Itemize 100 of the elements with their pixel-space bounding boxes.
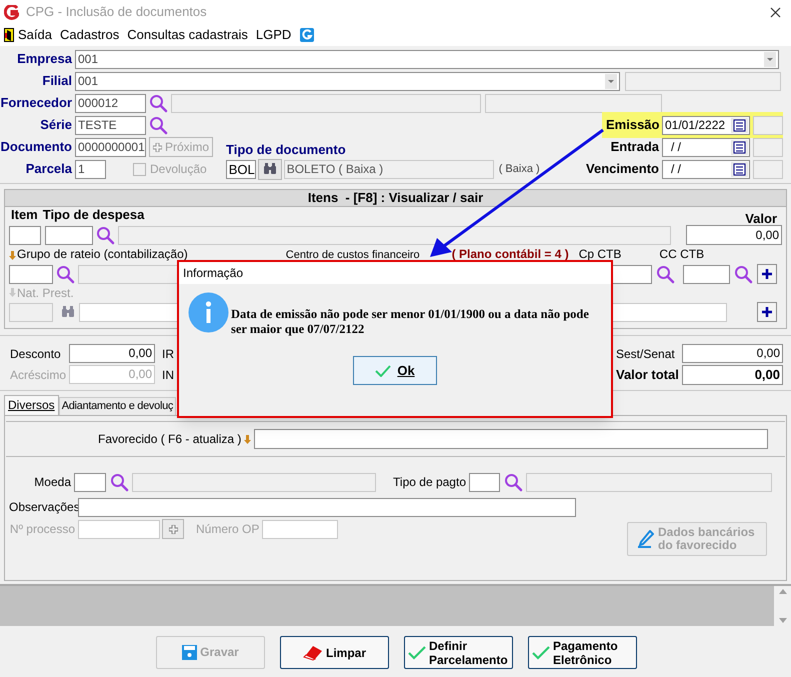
tab[interactable]: Diversos bbox=[4, 395, 59, 415]
search-icon[interactable] bbox=[149, 116, 168, 134]
field-label: Entrada bbox=[610, 138, 660, 156]
calendar-icon[interactable] bbox=[731, 118, 748, 132]
column-label: Item bbox=[11, 206, 38, 224]
add-button[interactable] bbox=[757, 264, 777, 284]
action-button[interactable]: Definir Parcelamento bbox=[404, 636, 513, 669]
search-icon[interactable] bbox=[96, 226, 115, 244]
field-value: / / bbox=[670, 139, 682, 156]
field-label: Série bbox=[39, 116, 73, 134]
search-icon[interactable] bbox=[149, 94, 168, 112]
menu-item[interactable]: LGPD bbox=[252, 25, 296, 45]
search-icon[interactable] bbox=[110, 472, 129, 492]
field-label: Moeda bbox=[33, 474, 72, 491]
input-field[interactable]: 000012 bbox=[75, 94, 146, 112]
field-label: Emissão bbox=[606, 116, 660, 134]
field-label: Sest/Senat bbox=[616, 346, 676, 362]
dialog-message: Data de emissão não pode ser menor 01/01/1900 ou a data não pode ser maior que 07/07/2122 bbox=[231, 307, 590, 337]
input-field[interactable] bbox=[78, 498, 576, 516]
calendar-icon[interactable] bbox=[731, 162, 748, 176]
input-field[interactable] bbox=[9, 226, 41, 244]
action-button[interactable]: Limpar bbox=[280, 636, 389, 669]
search-icon[interactable] bbox=[504, 472, 523, 492]
menu-item[interactable]: Cadastros bbox=[56, 25, 124, 45]
window-title: CPG - Inclusão de documentos bbox=[26, 3, 207, 22]
input-field[interactable] bbox=[485, 94, 662, 112]
app-logo-icon[interactable] bbox=[300, 28, 314, 42]
calendar-icon[interactable] bbox=[731, 140, 748, 154]
scroll-up-icon[interactable] bbox=[778, 589, 786, 594]
close-icon[interactable] bbox=[770, 6, 781, 18]
field-label: Tipo de pagto bbox=[393, 474, 466, 491]
column-label: Tipo de despesa bbox=[42, 206, 144, 224]
input-field[interactable] bbox=[526, 472, 772, 492]
input-field[interactable]: TESTE bbox=[75, 116, 146, 134]
down-arrow-icon bbox=[9, 288, 16, 297]
input-field[interactable] bbox=[132, 472, 376, 492]
date-field[interactable]: / / bbox=[662, 160, 750, 178]
field-label: Grupo de rateio (contabilização) bbox=[17, 246, 188, 263]
search-icon[interactable] bbox=[656, 264, 675, 284]
column-label: Valor bbox=[745, 210, 777, 228]
input-field[interactable]: BOL bbox=[226, 160, 256, 178]
input-field[interactable] bbox=[78, 520, 160, 538]
plus-icon bbox=[152, 142, 162, 152]
input-field[interactable]: 0,00 bbox=[686, 225, 782, 245]
branch-dropdown[interactable]: 001 bbox=[75, 72, 620, 90]
search-icon[interactable] bbox=[56, 264, 75, 284]
menu-item[interactable]: Consultas cadastrais bbox=[123, 25, 252, 45]
scroll-down-icon[interactable] bbox=[778, 618, 786, 623]
input-field[interactable] bbox=[262, 520, 338, 538]
input-field[interactable] bbox=[9, 264, 53, 284]
input-field[interactable] bbox=[683, 264, 730, 284]
input-field[interactable] bbox=[753, 138, 783, 156]
input-field[interactable] bbox=[118, 226, 671, 244]
pencil-icon bbox=[638, 530, 654, 548]
field-label: Cp CTB bbox=[578, 246, 622, 263]
scrollbar[interactable] bbox=[774, 586, 791, 626]
plus-icon bbox=[168, 524, 178, 534]
date-field[interactable]: / / bbox=[662, 138, 750, 156]
input-field[interactable]: 0,00 bbox=[682, 344, 783, 363]
input-field[interactable] bbox=[254, 429, 768, 449]
input-field[interactable] bbox=[74, 472, 106, 492]
tab[interactable]: Adiantamento e devoluç bbox=[58, 397, 176, 415]
input-field[interactable] bbox=[9, 302, 53, 322]
input-field[interactable] bbox=[78, 264, 178, 284]
check-icon bbox=[408, 646, 426, 660]
field-label: Empresa bbox=[16, 50, 73, 68]
input-field[interactable]: 0000000001 bbox=[75, 138, 146, 156]
input-field[interactable] bbox=[753, 116, 783, 134]
binoculars-icon[interactable] bbox=[61, 306, 75, 318]
input-field[interactable] bbox=[753, 160, 783, 178]
field-label: IN bbox=[162, 366, 174, 384]
company-dropdown[interactable]: 001 bbox=[75, 50, 779, 68]
ok-button[interactable]: Ok bbox=[353, 356, 437, 385]
down-arrow-icon bbox=[9, 251, 16, 260]
input-field[interactable]: 1 bbox=[75, 160, 106, 178]
check-icon bbox=[375, 364, 392, 376]
check-icon bbox=[532, 646, 550, 660]
input-field[interactable]: 0,00 bbox=[682, 364, 783, 384]
search-icon[interactable] bbox=[734, 264, 753, 284]
down-arrow-icon bbox=[244, 434, 252, 444]
section-label: Tipo de documento bbox=[226, 141, 346, 160]
exit-door-icon[interactable] bbox=[4, 28, 14, 42]
field-label: Valor total bbox=[616, 366, 680, 384]
input-field[interactable] bbox=[612, 264, 652, 284]
input-field[interactable] bbox=[45, 226, 93, 244]
field-label: Parcela bbox=[24, 160, 73, 178]
field-label: Fornecedor bbox=[0, 94, 73, 112]
plus-icon bbox=[762, 269, 772, 279]
input-field[interactable]: 0,00 bbox=[69, 344, 155, 363]
binoculars-button[interactable] bbox=[258, 158, 282, 180]
input-field[interactable]: BOLETO ( Baixa ) bbox=[284, 160, 494, 178]
add-button[interactable] bbox=[757, 302, 777, 322]
input-field[interactable] bbox=[625, 72, 781, 90]
date-field[interactable]: 01/01/2222 bbox=[662, 116, 750, 134]
eraser-icon bbox=[302, 644, 323, 660]
action-button[interactable]: Pagamento Eletrônico bbox=[528, 636, 637, 669]
field-label: Favorecido ( F6 - atualiza ) bbox=[98, 431, 242, 448]
input-field[interactable] bbox=[171, 94, 481, 112]
menu-item[interactable]: Saída bbox=[14, 25, 56, 45]
input-field[interactable] bbox=[469, 472, 500, 492]
